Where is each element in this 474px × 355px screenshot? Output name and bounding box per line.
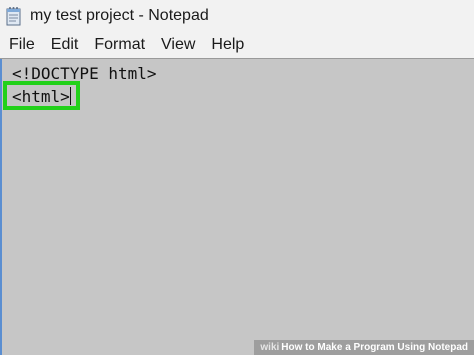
text-editor-area[interactable]: <!DOCTYPE html> <html> [0,59,474,355]
menu-bar: File Edit Format View Help [0,31,474,59]
menu-help[interactable]: Help [203,36,252,54]
title-bar[interactable]: my test project - Notepad [0,0,474,31]
editor-line-2: <html> [12,87,71,106]
watermark-brand: wiki [260,342,280,353]
editor-line-2-text: <html> [12,87,70,106]
text-caret [69,87,71,105]
menu-edit[interactable]: Edit [43,36,87,54]
watermark-text: How to Make a Program Using Notepad [281,342,468,353]
menu-view[interactable]: View [153,36,203,54]
menu-file[interactable]: File [0,36,43,54]
notepad-window: my test project - Notepad File Edit Form… [0,0,474,355]
wikihow-watermark: wiki How to Make a Program Using Notepad [254,340,474,355]
menu-format[interactable]: Format [86,36,153,54]
window-title: my test project - Notepad [30,6,209,24]
notepad-icon [6,6,21,25]
